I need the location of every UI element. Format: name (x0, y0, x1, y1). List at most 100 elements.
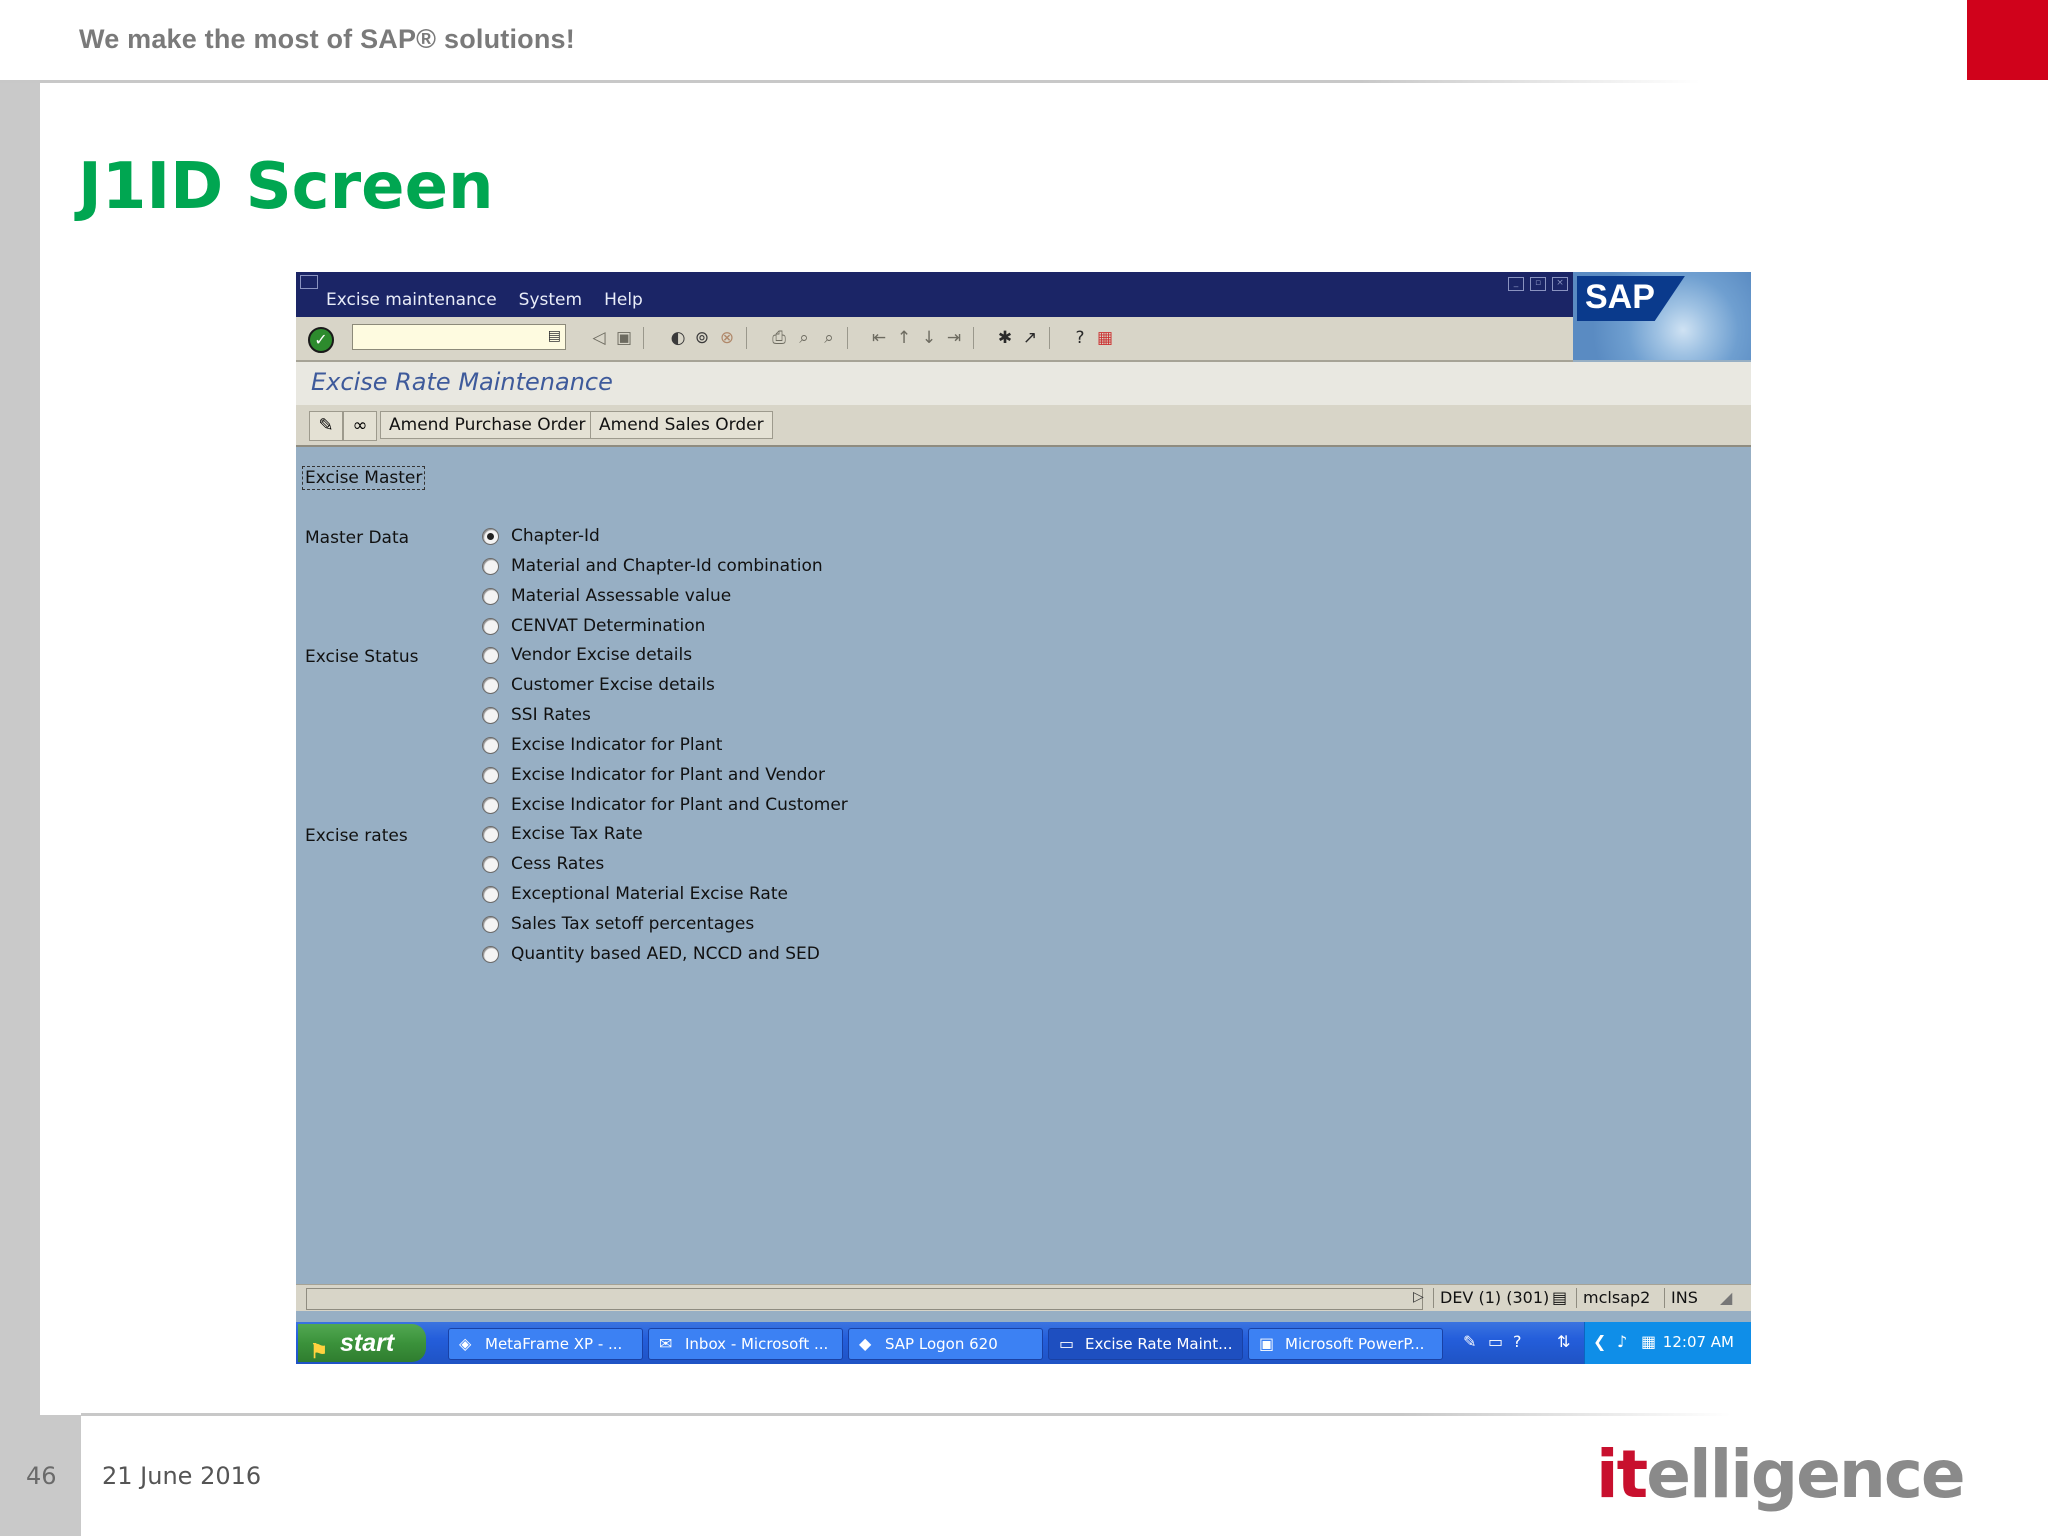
create-session-icon[interactable]: ✱ (995, 328, 1015, 348)
radio-option-chapter-id[interactable]: Chapter-Id (482, 524, 600, 548)
menu-excise-maintenance[interactable]: Excise maintenance (326, 290, 497, 310)
radio-button[interactable] (482, 676, 499, 694)
radio-option-ssi-rates[interactable]: SSI Rates (482, 703, 591, 727)
radio-button[interactable] (482, 945, 499, 963)
radio-button[interactable] (482, 557, 499, 575)
layout-menu-icon[interactable]: ▦ (1095, 328, 1115, 348)
find-icon[interactable]: ⌕ (794, 328, 814, 348)
radio-button[interactable] (482, 527, 499, 545)
print-icon[interactable]: ⎙ (769, 328, 789, 348)
radio-button[interactable] (482, 646, 499, 664)
inbox-icon: ✉ (659, 1334, 673, 1353)
radio-button[interactable] (482, 766, 499, 784)
next-page-icon[interactable]: ↓ (919, 328, 939, 348)
section-label-excise-rates: Excise rates (305, 826, 408, 846)
menu-system[interactable]: System (519, 290, 582, 310)
tools-tray-icon[interactable]: ✎ (1463, 1332, 1476, 1351)
radio-option-quantity-based-aed[interactable]: Quantity based AED, NCCD and SED (482, 942, 820, 966)
system-tray: ❮ ♪ ▦ 12:07 AM (1584, 1322, 1751, 1364)
amend-sales-order-button[interactable]: Amend Sales Order (590, 411, 773, 439)
menu-help[interactable]: Help (604, 290, 643, 310)
task-metaframe[interactable]: ◈ MetaFrame XP - ... (448, 1328, 643, 1360)
slide-title: J1ID Screen (78, 150, 494, 224)
radio-button[interactable] (482, 825, 499, 843)
change-pencil-icon[interactable]: ✎ (309, 411, 343, 441)
help-tray-icon[interactable]: ? (1513, 1332, 1522, 1351)
logo-it: it (1596, 1436, 1648, 1513)
radio-option-exceptional-material-excise-rate[interactable]: Exceptional Material Excise Rate (482, 882, 788, 906)
radio-button[interactable] (482, 915, 499, 933)
metaframe-icon: ◈ (459, 1334, 472, 1353)
network-tray-icon[interactable]: ⇅ (1557, 1332, 1570, 1351)
status-expand-icon[interactable]: ▷ (1413, 1289, 1424, 1305)
toolbar-separator (643, 327, 644, 349)
task-powerpoint[interactable]: ▣ Microsoft PowerP... (1248, 1328, 1443, 1360)
start-button[interactable]: ⚑ start (298, 1324, 426, 1363)
screen-title: Excise Rate Maintenance (311, 368, 613, 396)
status-message-area (306, 1288, 1423, 1310)
save-icon[interactable]: ▣ (614, 328, 634, 348)
amend-purchase-order-button[interactable]: Amend Purchase Order (380, 411, 595, 439)
restore-icon[interactable]: ▫ (1530, 277, 1546, 291)
radio-button[interactable] (482, 706, 499, 724)
radio-option-excise-indicator-plant[interactable]: Excise Indicator for Plant (482, 733, 722, 757)
application-toolbar: ✎ ∞ Amend Purchase Order Amend Sales Ord… (296, 405, 1751, 447)
radio-button[interactable] (482, 587, 499, 605)
taskbar-clock: 12:07 AM (1662, 1333, 1734, 1351)
find-next-icon[interactable]: ⌕ (819, 328, 839, 348)
first-page-icon[interactable]: ⇤ (869, 328, 889, 348)
cancel-icon[interactable]: ⊗ (717, 328, 737, 348)
help-icon[interactable]: ? (1070, 328, 1090, 348)
logo-rest: elligence (1646, 1436, 1966, 1513)
footer-rule (81, 1413, 1731, 1416)
sap-window: Excise maintenance System Help _ ▫ × SAP… (296, 272, 1751, 1364)
exit-icon[interactable]: ⊚ (692, 328, 712, 348)
radio-button[interactable] (482, 736, 499, 754)
sap-logon-icon: ◆ (859, 1334, 872, 1353)
status-session-icon[interactable]: ▤ (1552, 1288, 1567, 1308)
radio-option-sales-tax-setoff[interactable]: Sales Tax setoff percentages (482, 912, 754, 936)
command-history-icon[interactable]: ▤ (548, 328, 561, 344)
enter-checkmark-icon[interactable]: ✓ (308, 327, 334, 353)
task-excise-rate-maint[interactable]: ▭ Excise Rate Maint... (1048, 1328, 1243, 1360)
minimize-icon[interactable]: _ (1508, 277, 1524, 291)
windows-taskbar: ⚑ start ◈ MetaFrame XP - ... ✉ Inbox - Micr… (296, 1322, 1751, 1364)
sap-titlebar: Excise maintenance System Help _ ▫ × (296, 272, 1751, 317)
task-sap-logon[interactable]: ◆ SAP Logon 620 (848, 1328, 1043, 1360)
display-glasses-icon[interactable]: ∞ (343, 411, 377, 441)
create-shortcut-icon[interactable]: ↗ (1020, 328, 1040, 348)
system-menu-icon[interactable] (300, 275, 318, 289)
group-label-excise-master: Excise Master (302, 466, 426, 490)
command-input[interactable] (353, 325, 537, 349)
monitor-tray-icon[interactable]: ▦ (1641, 1332, 1656, 1351)
display-tray-icon[interactable]: ▭ (1488, 1332, 1503, 1351)
back-arrow-small-icon[interactable]: ◁ (589, 328, 609, 348)
radio-option-excise-indicator-plant-vendor[interactable]: Excise Indicator for Plant and Vendor (482, 763, 825, 787)
sap-gui-icon: ▭ (1059, 1334, 1075, 1353)
previous-page-icon[interactable]: ↑ (894, 328, 914, 348)
command-field[interactable]: ▤ (352, 324, 566, 350)
toolbar-separator (1049, 327, 1050, 349)
close-icon[interactable]: × (1552, 277, 1568, 291)
radio-option-material-assessable-value[interactable]: Material Assessable value (482, 584, 731, 608)
task-inbox[interactable]: ✉ Inbox - Microsoft ... (648, 1328, 843, 1360)
back-icon[interactable]: ◐ (668, 328, 688, 348)
radio-option-excise-tax-rate[interactable]: Excise Tax Rate (482, 822, 643, 846)
page-number: 46 (26, 1462, 57, 1490)
slide-left-bar (0, 80, 40, 1536)
last-page-icon[interactable]: ⇥ (944, 328, 964, 348)
radio-option-material-chapter-id[interactable]: Material and Chapter-Id combination (482, 554, 823, 578)
radio-button[interactable] (482, 796, 499, 814)
tray-expand-icon[interactable]: ❮ (1593, 1332, 1606, 1351)
radio-button[interactable] (482, 855, 499, 873)
radio-button[interactable] (482, 617, 499, 635)
toolbar-separator (746, 327, 747, 349)
radio-option-customer-excise-details[interactable]: Customer Excise details (482, 673, 715, 697)
radio-option-cenvat-determination[interactable]: CENVAT Determination (482, 614, 705, 638)
speaker-tray-icon[interactable]: ♪ (1617, 1332, 1627, 1351)
radio-option-cess-rates[interactable]: Cess Rates (482, 852, 604, 876)
radio-button[interactable] (482, 885, 499, 903)
radio-option-vendor-excise-details[interactable]: Vendor Excise details (482, 643, 692, 667)
radio-option-excise-indicator-plant-customer[interactable]: Excise Indicator for Plant and Customer (482, 793, 848, 817)
resize-grip-icon[interactable]: ◢ (1714, 1288, 1732, 1308)
